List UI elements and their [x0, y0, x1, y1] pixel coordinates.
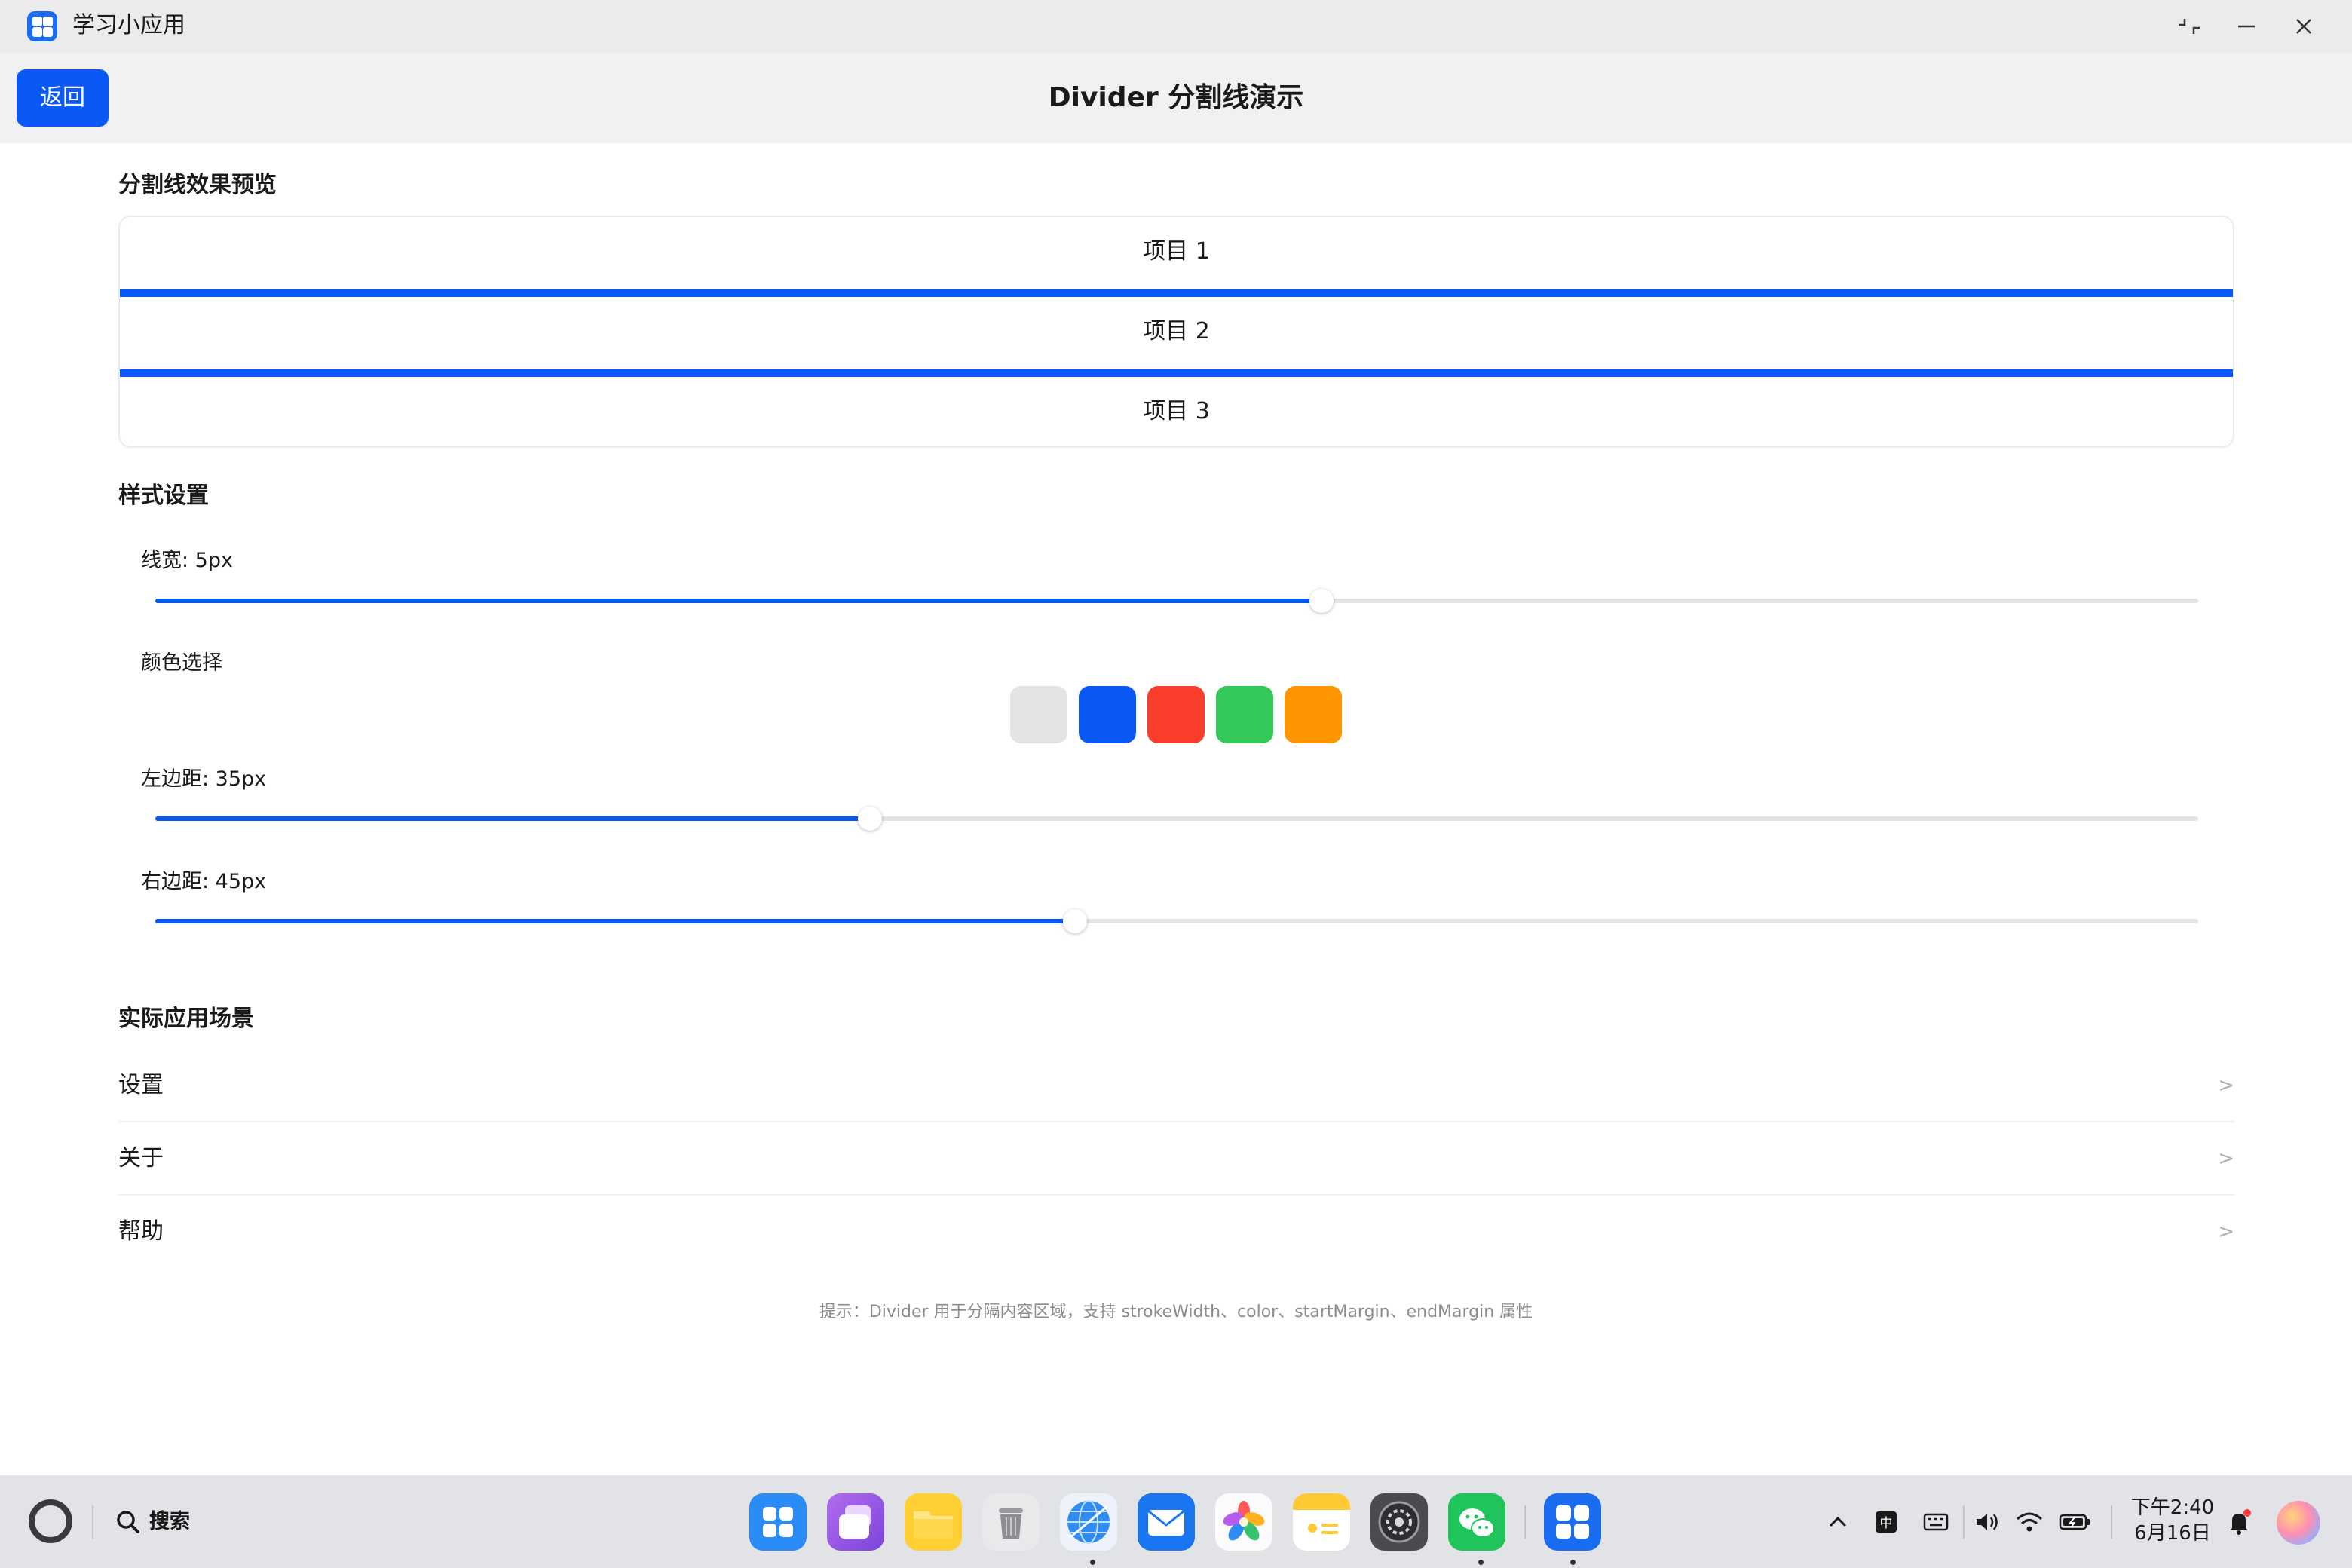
ime-label: 中 — [1880, 1516, 1893, 1531]
running-indicator — [1478, 1560, 1484, 1565]
close-icon[interactable] — [2289, 11, 2319, 41]
color-swatch-red[interactable] — [1147, 686, 1205, 743]
taskbar-separator — [92, 1505, 93, 1539]
scenarios-section-title: 实际应用场景 — [118, 1006, 254, 1032]
stroke-width-slider[interactable] — [155, 586, 2198, 616]
mail-icon[interactable] — [1138, 1493, 1195, 1551]
list-item-label: 关于 — [118, 1145, 164, 1171]
color-swatch-gray[interactable] — [1010, 686, 1067, 743]
taskbar-search-label[interactable]: 搜索 — [149, 1508, 190, 1536]
multitask-icon[interactable] — [827, 1493, 884, 1551]
battery-icon[interactable] — [2058, 1507, 2090, 1537]
files-icon[interactable] — [905, 1493, 962, 1551]
color-swatch-blue[interactable] — [1079, 686, 1136, 743]
end-margin-slider[interactable] — [155, 906, 2198, 936]
clock-date[interactable]: 6月16日 — [2127, 1521, 2218, 1546]
chevron-up-icon[interactable] — [1823, 1507, 1853, 1537]
clock-time[interactable]: 下午2:40 — [2127, 1495, 2218, 1521]
slider-thumb[interactable] — [1309, 589, 1334, 613]
preview-section-title: 分割线效果预览 — [118, 172, 277, 198]
taskbar-separator — [2111, 1505, 2112, 1539]
color-select-label: 颜色选择 — [141, 651, 222, 675]
stroke-width-label: 线宽: 5px — [141, 549, 233, 572]
hint-text: 提示：Divider 用于分隔内容区域，支持 strokeWidth、color… — [819, 1303, 1533, 1321]
home-button-icon[interactable] — [29, 1499, 72, 1543]
taskbar-separator — [1963, 1505, 1965, 1539]
browser-icon[interactable] — [1060, 1493, 1117, 1551]
list-item-label: 帮助 — [118, 1218, 164, 1245]
search-icon[interactable] — [113, 1507, 143, 1537]
settings-icon[interactable] — [1370, 1493, 1428, 1551]
ime-icon[interactable]: 中 — [1871, 1507, 1901, 1537]
window-titlebar: 学习小应用 — [0, 0, 2352, 53]
color-swatch-green[interactable] — [1216, 686, 1273, 743]
list-item-about[interactable]: 关于 > — [118, 1122, 2234, 1196]
trash-icon[interactable] — [982, 1493, 1040, 1551]
learning-app-icon[interactable] — [1544, 1493, 1601, 1551]
minimize-icon[interactable] — [2231, 11, 2262, 41]
gallery-icon[interactable] — [1215, 1493, 1272, 1551]
wechat-icon[interactable] — [1448, 1493, 1505, 1551]
restore-icon[interactable] — [2174, 11, 2204, 41]
assistant-icon[interactable] — [2277, 1501, 2320, 1545]
divider-line-1 — [120, 289, 2233, 297]
taskbar-separator — [1524, 1505, 1526, 1539]
window-title: 学习小应用 — [72, 12, 185, 38]
end-margin-label: 右边距: 45px — [141, 870, 267, 893]
start-margin-label: 左边距: 35px — [141, 767, 267, 791]
notification-bell-icon[interactable] — [2224, 1507, 2254, 1537]
list-item-help[interactable]: 帮助 > — [118, 1196, 2234, 1269]
running-indicator — [1570, 1560, 1576, 1565]
style-section-title: 样式设置 — [118, 482, 209, 509]
color-swatch-orange[interactable] — [1285, 686, 1342, 743]
wifi-icon[interactable] — [2014, 1507, 2044, 1537]
chevron-right-icon: > — [2218, 1147, 2234, 1170]
preview-item-2: 项目 2 — [1143, 318, 1210, 345]
divider-line-2 — [120, 369, 2233, 377]
start-margin-slider[interactable] — [155, 804, 2198, 834]
page-title: Divider 分割线演示 — [1048, 82, 1304, 113]
keyboard-icon[interactable] — [1921, 1507, 1951, 1537]
notes-icon[interactable] — [1293, 1493, 1350, 1551]
slider-thumb[interactable] — [1063, 909, 1087, 933]
grid-app-icon — [27, 11, 57, 41]
preview-item-3: 项目 3 — [1143, 398, 1210, 424]
list-item-settings[interactable]: 设置 > — [118, 1049, 2234, 1122]
slider-thumb[interactable] — [858, 807, 882, 831]
running-indicator — [1090, 1560, 1095, 1565]
volume-icon[interactable] — [1972, 1507, 2002, 1537]
taskbar: 搜索 中 下午2:40 6月16日 — [0, 1475, 2352, 1568]
divider-preview-card: 项目 1 项目 2 项目 3 — [118, 216, 2234, 448]
list-item-label: 设置 — [118, 1072, 164, 1098]
page-header: 返回 Divider 分割线演示 — [0, 53, 2352, 143]
chevron-right-icon: > — [2218, 1074, 2234, 1097]
preview-item-1: 项目 1 — [1143, 238, 1210, 265]
app-grid-icon[interactable] — [749, 1493, 807, 1551]
chevron-right-icon: > — [2218, 1220, 2234, 1243]
